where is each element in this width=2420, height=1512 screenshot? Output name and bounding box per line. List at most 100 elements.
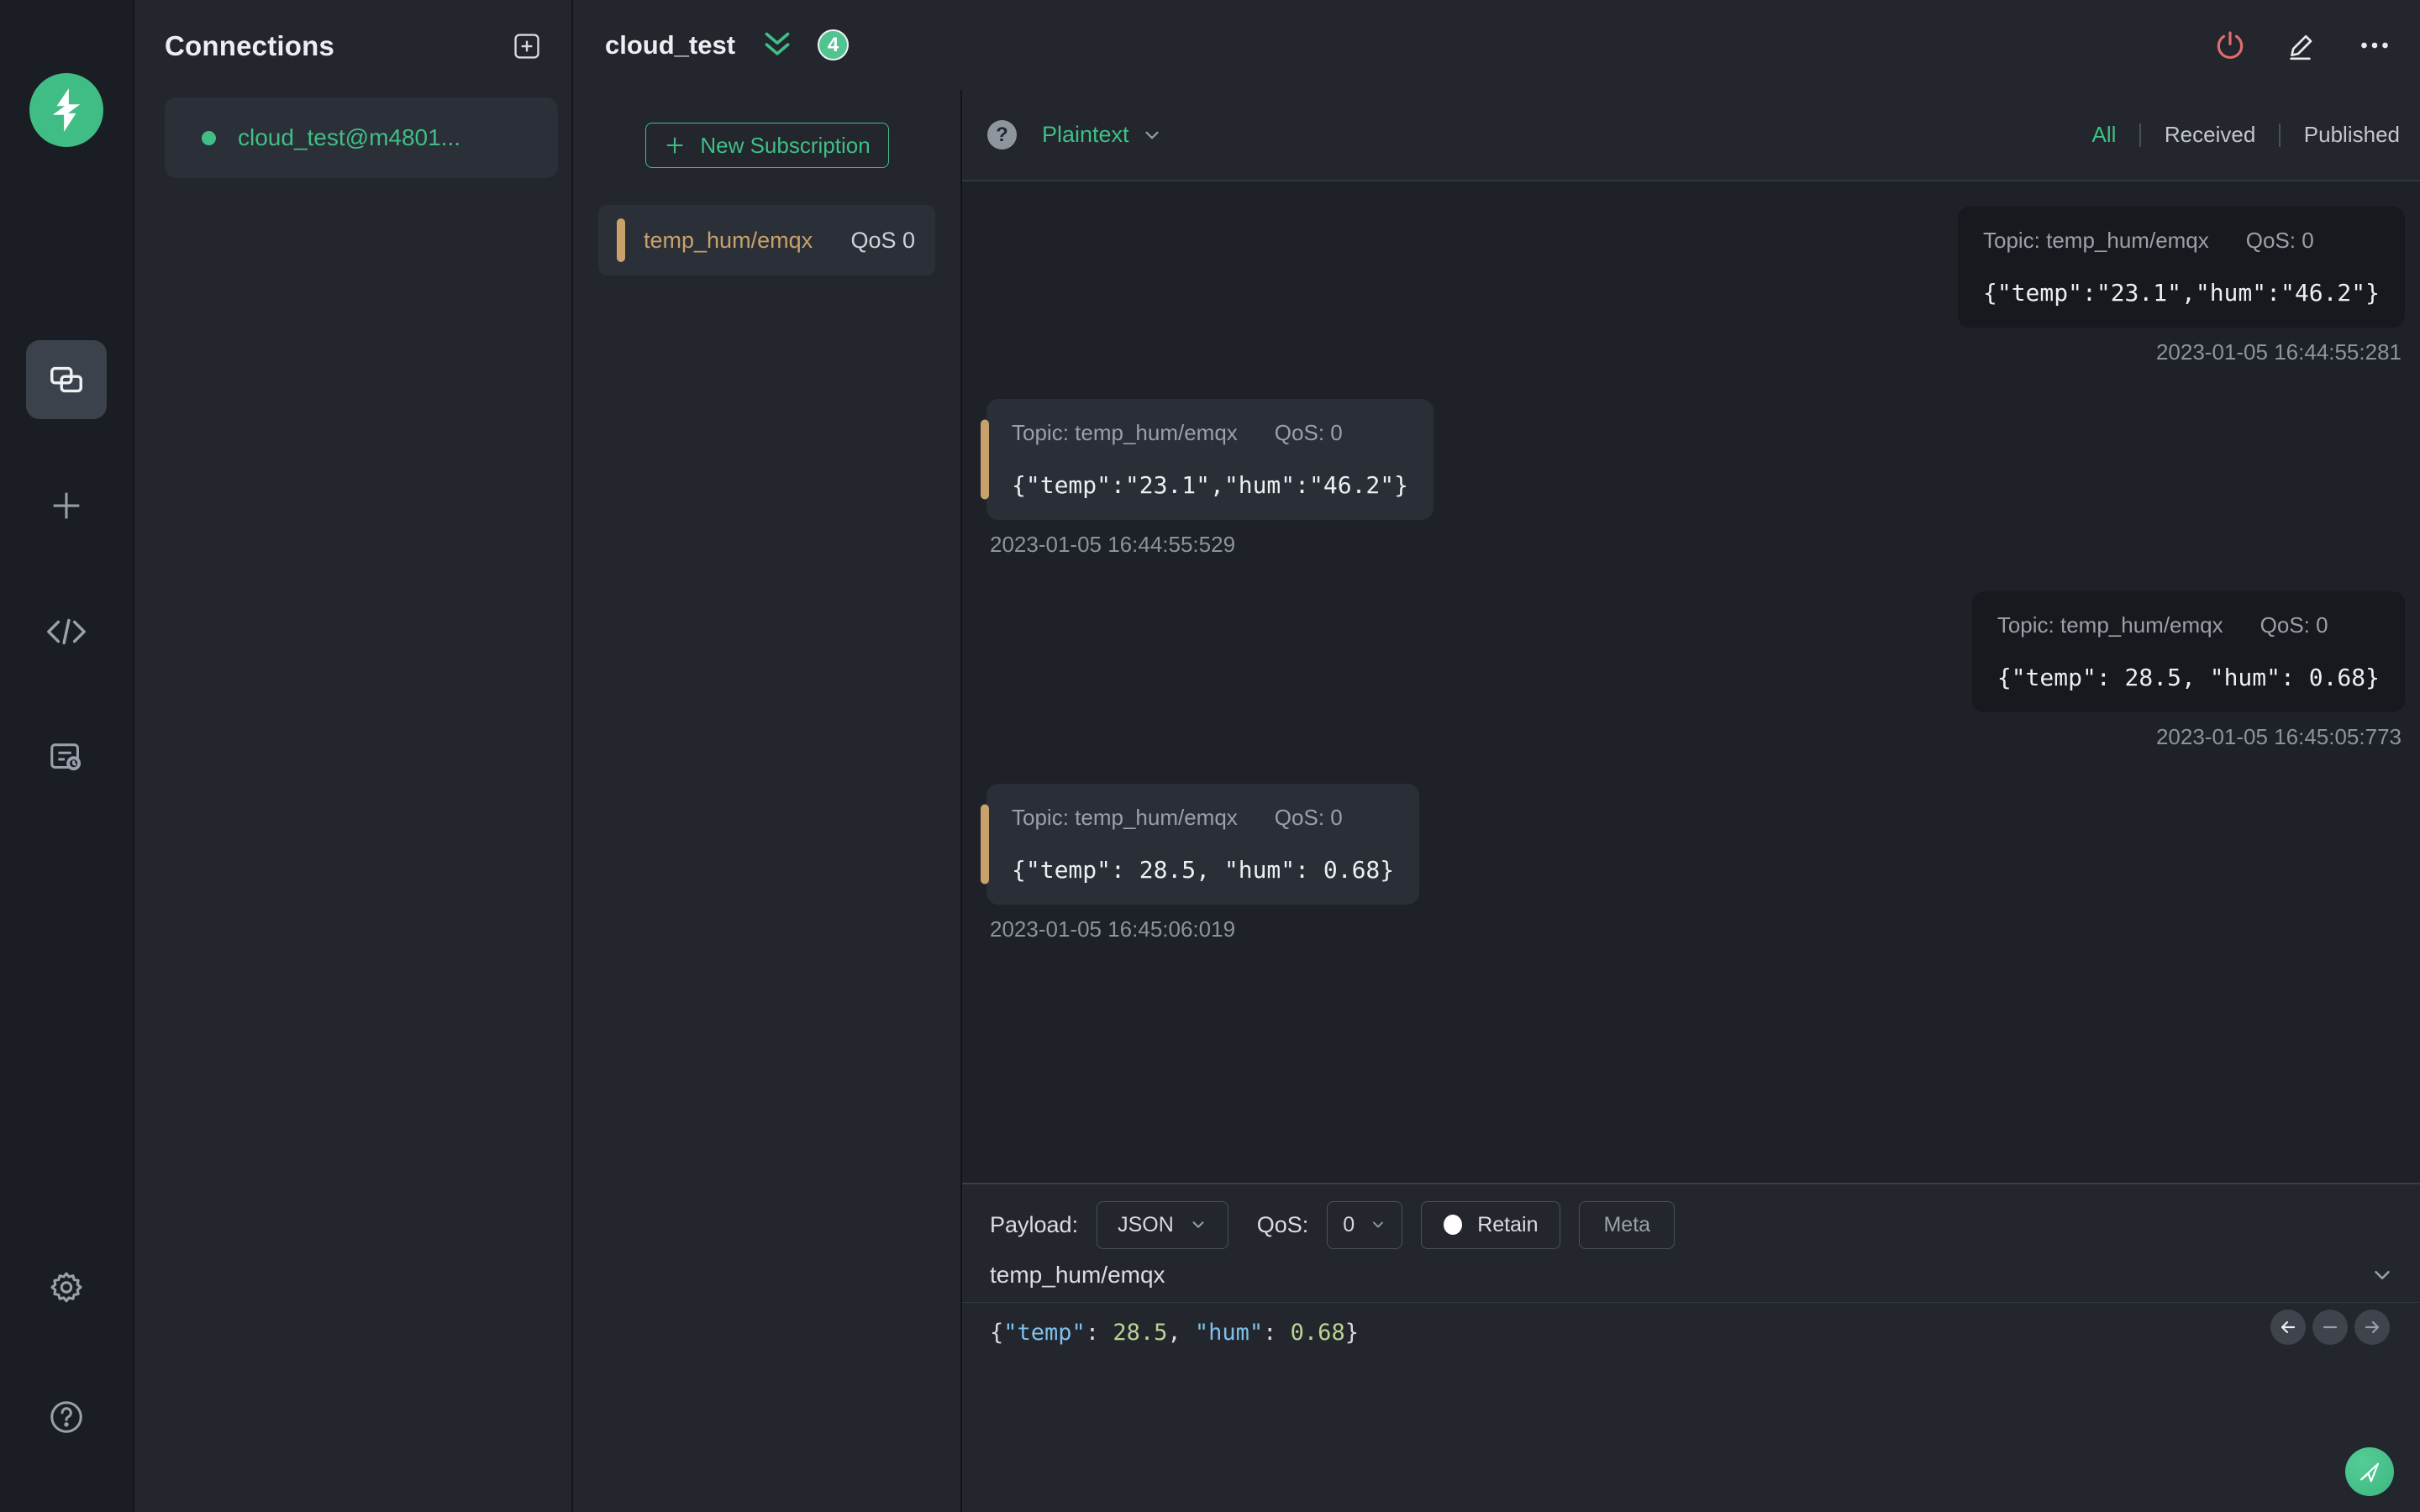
payload-editor[interactable]: {"temp": 28.5, "hum": 0.68} [962,1303,2420,1512]
filter-all[interactable]: All [2090,122,2118,148]
message-published: Topic: temp_hum/emqx QoS: 0 {"temp":"23.1"… [986,207,2405,365]
message-meta: Topic: temp_hum/emqx QoS: 0 [1012,805,1394,831]
message-meta: Topic: temp_hum/emqx QoS: 0 [1997,612,2380,638]
plus-icon [53,492,80,519]
message-card[interactable]: Topic: temp_hum/emqx QoS: 0 {"temp":"23.1"… [986,399,1434,520]
subscription-item[interactable]: temp_hum/emqx QoS 0 [598,205,935,276]
mqttx-logo[interactable] [29,73,103,147]
message-timestamp: 2023-01-05 16:44:55:281 [2155,339,2402,365]
rail-item-help[interactable] [26,1378,107,1457]
rail-item-log[interactable] [26,718,107,797]
message-qos: QoS: 0 [2245,228,2314,253]
rail-item-settings[interactable] [26,1248,107,1327]
message-timestamp: 2023-01-05 16:44:55:529 [990,532,1236,557]
chevron-down-icon [1373,1221,1384,1228]
meta-button[interactable]: Meta [1579,1200,1676,1249]
plus-icon [667,137,683,154]
payload-label: Payload: [990,1211,1079,1237]
message-qos: QoS: 0 [1274,805,1343,830]
new-subscription-button[interactable]: New Subscription [644,123,889,168]
subscriptions-column: New Subscription temp_hum/emqx QoS 0 [573,90,962,1512]
message-card[interactable]: Topic: temp_hum/emqx QoS: 0 {"temp":"23.1"… [1957,207,2405,328]
rail-item-script[interactable] [26,592,107,671]
qos-value: 0 [1343,1212,1355,1236]
message-count-badge[interactable]: 4 [818,29,850,60]
filter-published[interactable]: Published [2302,122,2402,148]
chevron-down-icon [1144,131,1159,139]
chevron-down-icon [1192,1221,1204,1228]
message-card[interactable]: Topic: temp_hum/emqx QoS: 0 {"temp": 28.5,… [1971,591,2405,712]
message-list[interactable]: Topic: temp_hum/emqx QoS: 0 {"temp":"23.1"… [962,181,2420,1183]
message-topic: Topic: temp_hum/emqx [1012,420,1238,445]
message-qos: QoS: 0 [2260,612,2328,638]
disconnect-button[interactable] [2213,29,2247,62]
publish-topic-row: temp_hum/emqx [962,1250,2420,1303]
message-format-value: Plaintext [1042,122,1129,147]
edit-connection-button[interactable] [2286,29,2319,62]
code-icon [47,618,86,645]
message-payload: {"temp":"23.1","hum":"46.2"} [1012,471,1409,499]
message-topic: Topic: temp_hum/emqx [1982,228,2209,253]
meta-label: Meta [1603,1212,1651,1236]
message-toolbar: ? Plaintext All Received Published [962,90,2420,181]
payload-format-value: JSON [1118,1212,1174,1236]
mqttx-logo-icon [52,88,81,132]
publish-panel: Payload: JSON QoS: 0 Retain Meta temp_hu… [962,1183,2420,1512]
more-options-button[interactable] [2358,29,2391,62]
filter-separator [2139,123,2141,147]
rail-bottom [0,1248,133,1457]
icon-rail [0,0,134,1512]
publish-controls: Payload: JSON QoS: 0 Retain Meta [962,1184,2420,1250]
power-icon [2217,30,2244,59]
message-qos: QoS: 0 [1274,420,1343,445]
connection-list-item[interactable]: cloud_test@m4801... [165,97,558,178]
message-received: Topic: temp_hum/emqx QoS: 0 {"temp": 28.5,… [986,784,2405,942]
retain-toggle[interactable]: Retain [1421,1200,1561,1249]
paper-plane-icon [2360,1462,2380,1483]
connections-panel: Connections cloud_test@m4801... [134,0,573,1512]
history-next-button[interactable] [2354,1310,2390,1345]
collapse-panel-button[interactable] [760,30,794,60]
minus-icon [2323,1326,2338,1329]
retain-label: Retain [1477,1212,1539,1236]
message-meta: Topic: temp_hum/emqx QoS: 0 [1012,420,1408,446]
send-button[interactable] [2345,1447,2394,1496]
message-payload: {"temp": 28.5, "hum": 0.68} [1012,856,1395,884]
log-icon [50,743,82,771]
rail-item-connections[interactable] [26,340,107,419]
plus-square-icon [514,34,539,59]
message-topic: Topic: temp_hum/emqx [1996,612,2223,638]
qos-select[interactable]: 0 [1327,1200,1403,1249]
message-meta: Topic: temp_hum/emqx QoS: 0 [1983,228,2380,254]
overlapping-windows-icon [50,366,82,393]
help-icon [50,1401,82,1433]
collapse-editor-chevron-icon[interactable] [2370,1263,2395,1288]
add-connection-button[interactable] [511,30,543,62]
message-filters: All Received Published [2090,122,2402,148]
message-timestamp: 2023-01-05 16:45:05:773 [2155,724,2402,749]
history-clear-button[interactable] [2312,1310,2348,1345]
connection-name: cloud_test@m4801... [238,124,461,150]
connection-header: cloud_test 4 [573,0,2420,90]
message-published: Topic: temp_hum/emqx QoS: 0 {"temp": 28.5,… [986,591,2405,750]
arrow-right-icon [2365,1320,2380,1334]
subscription-qos: QoS 0 [850,227,915,253]
payload-editor-line[interactable]: {"temp": 28.5, "hum": 0.68} [990,1320,2420,1346]
filter-received[interactable]: Received [2163,122,2257,148]
rail-item-new-connection[interactable] [26,466,107,545]
message-received: Topic: temp_hum/emqx QoS: 0 {"temp":"23.1"… [986,399,2405,558]
connections-title: Connections [165,30,335,61]
history-prev-button[interactable] [2270,1310,2306,1345]
connection-status-dot [202,130,216,145]
message-format-select[interactable]: Plaintext [1042,122,1163,148]
new-subscription-label: New Subscription [700,132,871,158]
workspace: New Subscription temp_hum/emqx QoS 0 ? P… [573,90,2420,1512]
gear-icon [50,1272,82,1303]
message-card[interactable]: Topic: temp_hum/emqx QoS: 0 {"temp": 28.5,… [986,784,1420,905]
publish-topic-input[interactable]: temp_hum/emqx [990,1262,2370,1289]
retain-indicator [1444,1215,1463,1235]
header-actions [2213,29,2391,62]
arrow-left-icon [2281,1320,2296,1334]
payload-format-help-icon[interactable]: ? [987,120,1017,150]
payload-format-select[interactable]: JSON [1097,1200,1228,1249]
